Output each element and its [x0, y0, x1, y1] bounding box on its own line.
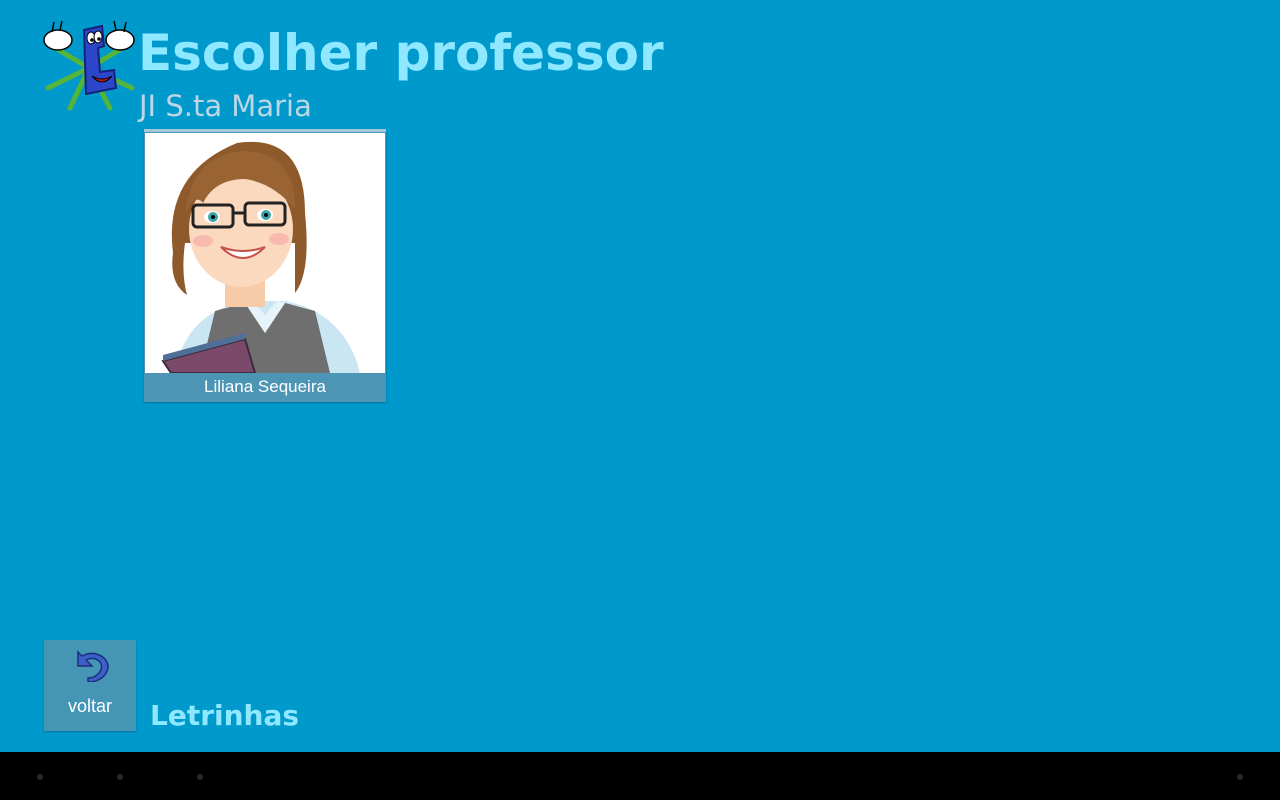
teacher-name: Liliana Sequeira — [204, 377, 326, 396]
back-button-label: voltar — [67, 696, 112, 716]
page-title: Escolher professor — [138, 24, 664, 82]
system-navigation-bar — [0, 752, 1280, 800]
undo-arrow-icon — [77, 650, 109, 682]
nav-back-dot[interactable] — [37, 774, 43, 780]
teacher-card[interactable]: Liliana Sequeira — [144, 129, 386, 402]
back-button[interactable]: voltar — [44, 640, 136, 731]
nav-menu-dot[interactable] — [1237, 774, 1243, 780]
nav-home-dot[interactable] — [117, 774, 123, 780]
app-brand: Letrinhas — [150, 699, 300, 732]
app-screen: Escolher professor JI S.ta Maria Liliana… — [0, 0, 1280, 752]
school-name: JI S.ta Maria — [139, 89, 312, 123]
card-top-divider — [144, 129, 386, 132]
teacher-avatar-icon — [145, 133, 385, 373]
teacher-photo — [145, 133, 385, 373]
letter-mascot-icon — [43, 20, 135, 111]
nav-recents-dot[interactable] — [197, 774, 203, 780]
